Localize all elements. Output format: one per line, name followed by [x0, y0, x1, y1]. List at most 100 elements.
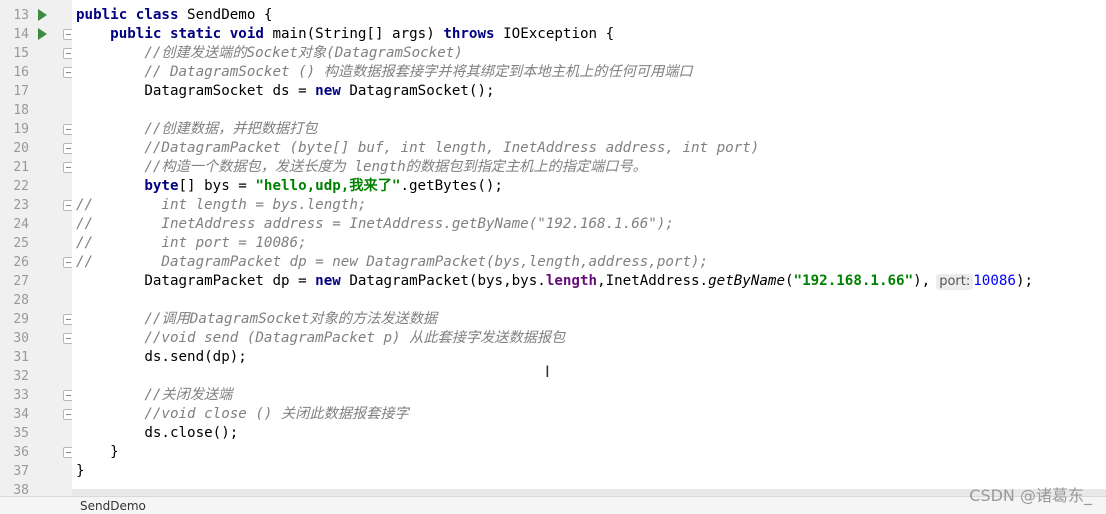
code-line-text: DatagramPacket dp = new DatagramPacket(b… — [76, 272, 1033, 291]
code-token: // DatagramPacket dp = new DatagramPacke… — [76, 254, 709, 270]
code-line[interactable]: //DatagramPacket (byte[] buf, int length… — [72, 139, 1106, 158]
code-line[interactable]: } — [72, 462, 1106, 481]
line-number: 34 — [13, 407, 29, 422]
code-area[interactable]: public class SendDemo { public static vo… — [72, 0, 1106, 496]
text-cursor-icon: I — [545, 362, 550, 381]
code-token: "192.168.1.66" — [793, 273, 914, 289]
code-token: DatagramSocket ds = — [76, 83, 316, 99]
code-line[interactable] — [72, 101, 1106, 120]
code-line[interactable]: } — [72, 443, 1106, 462]
code-line[interactable]: //关闭发送端 — [72, 386, 1106, 405]
code-line[interactable]: //构造一个数据包，发送长度为 length的数据包到指定主机上的指定端口号。 — [72, 158, 1106, 177]
run-icon[interactable] — [38, 28, 47, 40]
code-line[interactable]: public class SendDemo { — [72, 6, 1106, 25]
code-line[interactable]: //创建数据，并把数据打包 — [72, 120, 1106, 139]
code-token: DatagramSocket(); — [349, 83, 495, 99]
code-token: byte — [144, 178, 179, 194]
line-number: 31 — [13, 350, 29, 365]
parameter-hint: port: — [936, 274, 974, 290]
code-line-text: //创建发送端的Socket对象(DatagramSocket) — [76, 44, 463, 63]
run-icon[interactable] — [38, 9, 47, 21]
line-number: 16 — [13, 65, 29, 80]
line-number: 35 — [13, 426, 29, 441]
code-line[interactable]: // DatagramSocket () 构造数据报套接字并将其绑定到本地主机上… — [72, 63, 1106, 82]
code-line[interactable]: DatagramPacket dp = new DatagramPacket(b… — [72, 272, 1106, 291]
code-token: ), — [913, 273, 931, 289]
code-token: //DatagramPacket (byte[] buf, int length… — [144, 140, 760, 156]
code-token: "hello,udp,我来了" — [255, 178, 401, 194]
line-number: 27 — [13, 274, 29, 289]
line-number: 24 — [13, 217, 29, 232]
code-line-text: // InetAddress address = InetAddress.get… — [76, 215, 674, 234]
code-line-text: // int port = 10086; — [76, 234, 307, 253]
line-number: 14 — [13, 27, 29, 42]
code-token: //调用DatagramSocket对象的方法发送数据 — [144, 311, 438, 327]
code-line[interactable]: public static void main(String[] args) t… — [72, 25, 1106, 44]
code-line-text: //DatagramPacket (byte[] buf, int length… — [76, 139, 759, 158]
code-token: ,InetAddress. — [597, 273, 709, 289]
code-line-text: ds.send(dp); — [76, 348, 247, 367]
code-line[interactable]: // InetAddress address = InetAddress.get… — [72, 215, 1106, 234]
code-line[interactable]: DatagramSocket ds = new DatagramSocket()… — [72, 82, 1106, 101]
code-line-text: byte[] bys = "hello,udp,我来了".getBytes(); — [76, 177, 503, 196]
line-number: 19 — [13, 122, 29, 137]
code-line[interactable]: byte[] bys = "hello,udp,我来了".getBytes(); — [72, 177, 1106, 196]
line-number: 15 — [13, 46, 29, 61]
code-line-text: public static void main(String[] args) t… — [76, 25, 614, 44]
code-token: main(String[] args) — [272, 26, 444, 42]
line-number: 30 — [13, 331, 29, 346]
code-line-text: //调用DatagramSocket对象的方法发送数据 — [76, 310, 437, 329]
code-line-text: //关闭发送端 — [76, 386, 232, 405]
code-line[interactable] — [72, 291, 1106, 310]
line-number: 22 — [13, 179, 29, 194]
code-line[interactable]: ds.close(); — [72, 424, 1106, 443]
code-line[interactable]: // DatagramPacket dp = new DatagramPacke… — [72, 253, 1106, 272]
code-token: // DatagramSocket () 构造数据报套接字并将其绑定到本地主机上… — [144, 64, 693, 80]
line-number: 25 — [13, 236, 29, 251]
line-number: 37 — [13, 464, 29, 479]
code-token: ds.send(dp); — [76, 349, 247, 365]
code-line[interactable]: // int port = 10086; — [72, 234, 1106, 253]
code-line[interactable]: //创建发送端的Socket对象(DatagramSocket) — [72, 44, 1106, 63]
code-token: getByName — [708, 273, 785, 289]
code-line-text: ds.close(); — [76, 424, 238, 443]
code-editor[interactable]: 13 14 15 16 17 18 19 20 21 22 23 24 25 26 27 28 29 30 31 32… — [0, 0, 1106, 498]
code-line[interactable]: //调用DatagramSocket对象的方法发送数据 — [72, 310, 1106, 329]
code-token: } — [76, 444, 119, 460]
code-line[interactable]: //void close () 关闭此数据报套接字 — [72, 405, 1106, 424]
code-token: new — [315, 273, 350, 289]
code-token: IOException { — [503, 26, 615, 42]
file-tab-send-demo[interactable]: SendDemo — [80, 499, 146, 513]
code-line[interactable] — [72, 367, 1106, 386]
line-number: 26 — [13, 255, 29, 270]
line-number: 18 — [13, 103, 29, 118]
code-token: length — [545, 273, 598, 289]
code-token: SendDemo { — [187, 7, 273, 23]
code-line-text: //void close () 关闭此数据报套接字 — [76, 405, 408, 424]
code-line[interactable]: //void send (DatagramPacket p) 从此套接字发送数据… — [72, 329, 1106, 348]
line-number-gutter[interactable]: 13 14 15 16 17 18 19 20 21 22 23 24 25 26 27 28 29 30 31 32… — [0, 0, 74, 498]
line-number: 33 — [13, 388, 29, 403]
editor-tab-bar: SendDemo — [0, 496, 1106, 514]
code-line[interactable]: ds.send(dp); — [72, 348, 1106, 367]
code-token: // InetAddress address = InetAddress.get… — [76, 216, 674, 232]
code-line[interactable]: // int length = bys.length; — [72, 196, 1106, 215]
watermark: CSDN @诸葛东_ — [969, 486, 1092, 505]
code-token: [] bys = — [178, 178, 256, 194]
code-line-text: //void send (DatagramPacket p) 从此套接字发送数据… — [76, 329, 565, 348]
code-token: //构造一个数据包，发送长度为 length的数据包到指定主机上的指定端口号。 — [144, 159, 647, 175]
code-token: ( — [784, 273, 794, 289]
code-line-text: // int length = bys.length; — [76, 196, 366, 215]
line-number: 28 — [13, 293, 29, 308]
line-number: 23 — [13, 198, 29, 213]
line-number: 13 — [13, 8, 29, 23]
